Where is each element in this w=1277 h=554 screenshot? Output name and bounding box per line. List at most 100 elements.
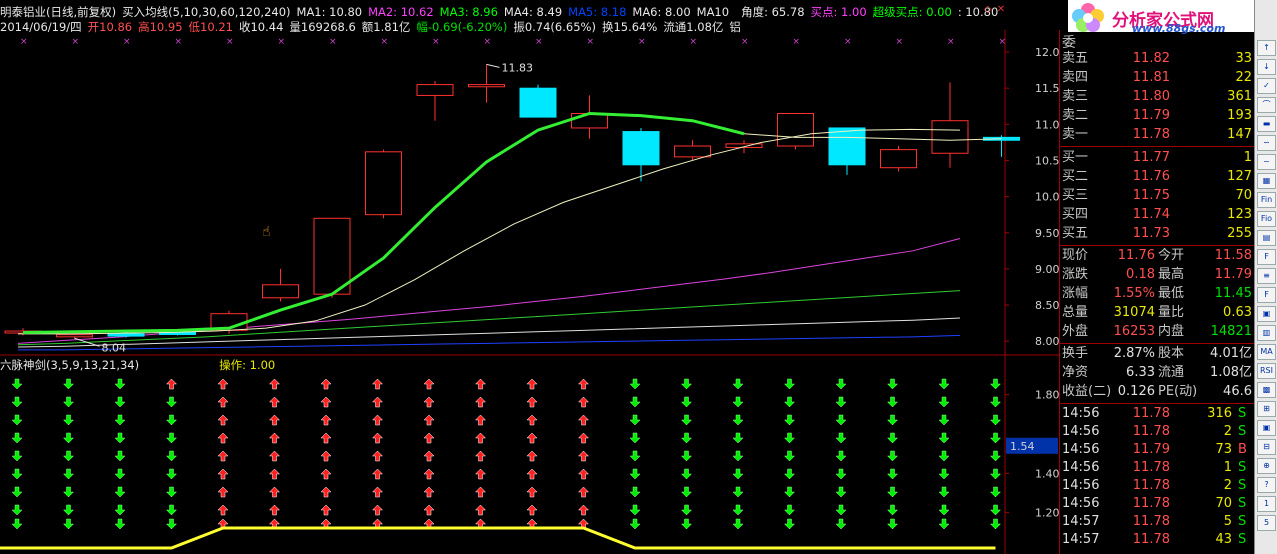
stat-row: 总量 31074 量比 0.63 bbox=[1060, 304, 1255, 322]
up-arrow-icon bbox=[423, 450, 435, 462]
toolbar-button-11[interactable]: ▤ bbox=[1257, 230, 1276, 246]
toolbar-button-16[interactable]: ▥ bbox=[1257, 325, 1276, 341]
down-arrow-icon bbox=[11, 414, 23, 426]
toolbar-button-8[interactable]: ▦ bbox=[1257, 173, 1276, 189]
toolbar-button-18[interactable]: RSI bbox=[1257, 363, 1276, 379]
toolbar-button-9[interactable]: Fin bbox=[1257, 192, 1276, 208]
toolbar-button-12[interactable]: F bbox=[1257, 249, 1276, 265]
down-arrow-icon bbox=[165, 450, 178, 462]
flower-icon bbox=[1072, 3, 1104, 32]
down-arrow-icon bbox=[732, 518, 744, 530]
toolbar-button-21[interactable]: ▣ bbox=[1257, 420, 1276, 436]
tick-row: 14:57 11.78 5 S bbox=[1060, 513, 1255, 531]
ma-value-4: MA4: 8.49 bbox=[503, 5, 563, 19]
down-arrow-icon bbox=[680, 432, 693, 444]
up-arrow-icon bbox=[423, 504, 435, 516]
down-arrow-icon bbox=[165, 414, 178, 426]
signal-marker: × bbox=[484, 37, 492, 47]
tick-time: 14:56 bbox=[1062, 406, 1100, 421]
candle-body bbox=[56, 334, 93, 338]
toolbar-button-13[interactable]: ≡ bbox=[1257, 268, 1276, 284]
signal-marker: × bbox=[638, 37, 646, 47]
candle-body bbox=[571, 113, 608, 129]
fund-row: 收益(二) 0.126 PE(动) 46.6 bbox=[1060, 383, 1255, 401]
panel-divider bbox=[1060, 146, 1255, 147]
toolbar-button-17[interactable]: MA bbox=[1257, 344, 1276, 360]
sell-row: 卖三 11.80 361 bbox=[1060, 88, 1255, 106]
tick-side: S bbox=[1238, 514, 1247, 529]
toolbar-button-4[interactable]: ⌒ bbox=[1257, 97, 1276, 113]
toolbar-button-19[interactable]: ▩ bbox=[1257, 382, 1276, 398]
toolbar-button-22[interactable]: ⊟ bbox=[1257, 439, 1276, 455]
down-arrow-icon bbox=[938, 396, 950, 408]
toolbar-button-5[interactable]: ▬ bbox=[1257, 116, 1276, 132]
down-arrow-icon bbox=[680, 414, 693, 426]
panel-divider bbox=[1060, 343, 1255, 344]
down-arrow-icon bbox=[165, 396, 178, 408]
down-arrow-icon bbox=[114, 518, 126, 530]
fund-row: 净资 6.33 流通 1.08亿 bbox=[1060, 364, 1255, 382]
down-arrow-icon bbox=[62, 486, 75, 498]
sub-indicator-op: 操作: 1.00 bbox=[219, 358, 276, 372]
buy-row: 买四 11.74 123 bbox=[1060, 206, 1255, 224]
candle-body bbox=[880, 149, 917, 169]
up-arrow-icon bbox=[217, 396, 229, 408]
down-arrow-icon bbox=[165, 504, 178, 516]
toolbar-button-10[interactable]: Fio bbox=[1257, 211, 1276, 227]
ma-values: MA1: 10.80 MA2: 10.62 MA3: 8.96 MA4: 8.49 MA… bbox=[297, 5, 736, 19]
super-buy-value: 超级买点: 0.00 bbox=[872, 5, 952, 19]
toolbar-button-2[interactable]: ↓ bbox=[1257, 59, 1276, 75]
price-axis-label: 11.00 bbox=[1035, 118, 1059, 131]
buy-price: 11.75 bbox=[1132, 188, 1170, 203]
sell-volume: 22 bbox=[1235, 70, 1252, 85]
stat-value: 1.55% bbox=[1113, 286, 1155, 301]
toolbar-button-14[interactable]: F bbox=[1257, 287, 1276, 303]
signal-marker: × bbox=[690, 37, 698, 47]
tick-row: 14:56 11.79 73 B bbox=[1060, 441, 1255, 459]
toolbar-button-6[interactable]: ∽ bbox=[1257, 135, 1276, 151]
main-chart[interactable]: 12.00 11.50 11.00 10.50 10.00 9.50 9.00 8.50 8.0… bbox=[0, 0, 1059, 554]
info-sector: 铝 bbox=[729, 20, 741, 34]
toolbar-button-15[interactable]: ▣ bbox=[1257, 306, 1276, 322]
sell-level-label: 卖三 bbox=[1062, 89, 1089, 104]
down-arrow-icon bbox=[11, 486, 23, 498]
buy-price: 11.76 bbox=[1132, 169, 1170, 184]
down-arrow-icon bbox=[886, 414, 899, 426]
sell-price: 11.82 bbox=[1132, 51, 1170, 66]
sub-axis-label: 1.54 bbox=[1010, 440, 1035, 453]
toolbar-button-20[interactable]: ⊞ bbox=[1257, 401, 1276, 417]
up-arrow-icon bbox=[217, 486, 229, 498]
ma-value-7: MA10 bbox=[696, 5, 730, 19]
ma-value-2: MA2: 10.62 bbox=[368, 5, 434, 19]
down-arrow-icon bbox=[938, 450, 950, 462]
toolbar-button-24[interactable]: ? bbox=[1257, 477, 1276, 493]
buy-price: 11.74 bbox=[1132, 207, 1170, 222]
sub-axis-label: 1.20 bbox=[1035, 507, 1059, 520]
stat-value: 31074 bbox=[1113, 305, 1155, 320]
down-arrow-icon bbox=[165, 518, 178, 530]
toolbar-button-7[interactable]: ~ bbox=[1257, 154, 1276, 170]
toolbar-button-1[interactable]: ↑ bbox=[1257, 40, 1276, 56]
down-arrow-icon bbox=[680, 396, 693, 408]
signal-marker: × bbox=[72, 37, 80, 47]
tick-volume: 43 bbox=[1215, 532, 1232, 547]
sell-level-label: 卖一 bbox=[1062, 127, 1089, 142]
close-icon[interactable]: ✕ bbox=[995, 4, 1007, 16]
up-arrow-icon bbox=[371, 414, 384, 426]
sell-price: 11.79 bbox=[1132, 108, 1170, 123]
sell-level-label: 卖二 bbox=[1062, 108, 1089, 123]
down-arrow-icon bbox=[989, 378, 1002, 390]
down-arrow-icon bbox=[938, 414, 950, 426]
tick-price: 11.78 bbox=[1132, 424, 1170, 439]
down-arrow-icon bbox=[989, 468, 1002, 480]
sell-price: 11.78 bbox=[1132, 127, 1170, 142]
toolbar-button-25[interactable]: 1 bbox=[1257, 496, 1276, 512]
buy-level-label: 买一 bbox=[1062, 150, 1089, 165]
up-arrow-icon bbox=[268, 414, 281, 426]
toolbar-button-23[interactable]: ⊕ bbox=[1257, 458, 1276, 474]
diamond-icon[interactable]: ◇ bbox=[982, 4, 994, 16]
toolbar-button-26[interactable]: 5 bbox=[1257, 515, 1276, 531]
up-arrow-icon bbox=[371, 504, 384, 516]
down-arrow-icon bbox=[114, 504, 126, 516]
toolbar-button-3[interactable]: ✓ bbox=[1257, 78, 1276, 94]
